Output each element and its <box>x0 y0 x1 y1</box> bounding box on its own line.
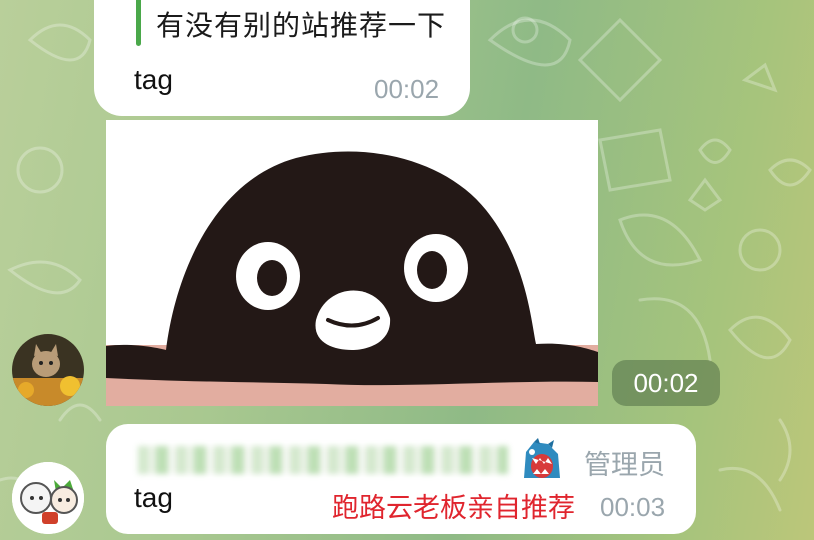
custom-title-label: 跑路云老板亲自推荐 <box>332 493 575 524</box>
reply-quote-text[interactable]: 有没有别的站推荐一下 <box>156 4 446 44</box>
sender-name-blurred[interactable] <box>138 446 508 474</box>
monster-emoji-icon <box>518 438 566 484</box>
penguin-face-sticker[interactable] <box>106 120 598 406</box>
message-timestamp: 00:03 <box>600 492 666 522</box>
penguin-sticker-image <box>106 151 598 406</box>
user-avatar-anime[interactable] <box>12 462 84 534</box>
message-text: tag <box>134 482 173 513</box>
cat-photo-icon <box>12 334 84 406</box>
anime-characters-icon <box>12 462 84 534</box>
sticker-timestamp: 00:02 <box>612 360 720 406</box>
message-timestamp: 00:02 <box>374 74 440 104</box>
reply-quote-bar <box>136 0 141 46</box>
message-text: tag <box>134 64 173 95</box>
admin-role-badge: 管理员 <box>584 450 665 481</box>
user-avatar-cat[interactable] <box>12 334 84 406</box>
